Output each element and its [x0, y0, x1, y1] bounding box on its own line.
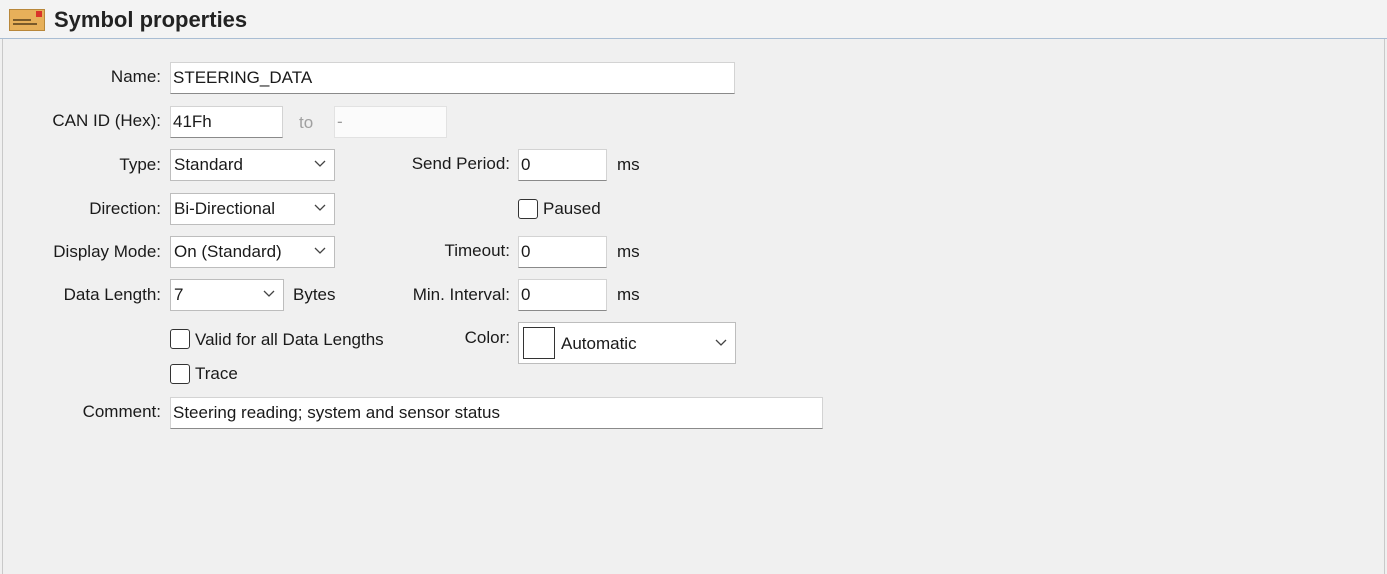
chevron-down-icon [715, 339, 727, 346]
valid-all-lengths-checkbox[interactable] [170, 329, 190, 349]
name-field[interactable]: STEERING_DATA [170, 62, 735, 94]
type-select-value: Standard [174, 155, 243, 174]
min-interval-unit: ms [617, 285, 640, 304]
send-period-field[interactable]: 0 [518, 149, 607, 181]
data-length-select-value: 7 [174, 285, 184, 304]
chevron-down-icon [263, 290, 275, 297]
panel-title: Symbol properties [54, 7, 248, 32]
data-length-unit: Bytes [293, 285, 336, 304]
chevron-down-icon [314, 160, 326, 167]
can-id-label: CAN ID (Hex): [52, 111, 161, 130]
trace-checkbox[interactable] [170, 364, 190, 384]
name-label: Name: [110, 67, 161, 86]
paused-label: Paused [543, 199, 601, 218]
send-period-unit: ms [617, 155, 640, 174]
timeout-field[interactable]: 0 [518, 236, 607, 268]
trace-label: Trace [195, 364, 238, 383]
direction-select[interactable]: Bi-Directional [170, 193, 335, 225]
color-swatch [523, 327, 555, 359]
display-mode-label: Display Mode: [53, 242, 161, 261]
data-length-select[interactable]: 7 [170, 279, 284, 311]
timeout-unit: ms [617, 242, 640, 261]
color-select-value: Automatic [561, 334, 637, 353]
type-label: Type: [119, 155, 161, 174]
timeout-label: Timeout: [444, 241, 510, 260]
send-period-label: Send Period: [411, 154, 510, 173]
color-select[interactable]: Automatic [518, 322, 736, 364]
data-length-label: Data Length: [63, 285, 161, 304]
comment-field[interactable]: Steering reading; system and sensor stat… [170, 397, 823, 429]
display-mode-select[interactable]: On (Standard) [170, 236, 335, 268]
paused-checkbox[interactable] [518, 199, 538, 219]
message-envelope-icon [9, 9, 45, 31]
can-id-field[interactable]: 41Fh [170, 106, 283, 138]
color-label: Color: [464, 328, 510, 347]
can-id-to-field: - [334, 106, 447, 138]
min-interval-field[interactable]: 0 [518, 279, 607, 311]
type-select[interactable]: Standard [170, 149, 335, 181]
panel-header: Symbol properties [0, 0, 1387, 39]
chevron-down-icon [314, 204, 326, 211]
display-mode-select-value: On (Standard) [174, 242, 282, 261]
comment-label: Comment: [82, 402, 161, 421]
valid-all-lengths-label: Valid for all Data Lengths [195, 330, 384, 349]
can-id-to-label: to [299, 113, 314, 132]
min-interval-label: Min. Interval: [412, 285, 510, 304]
direction-select-value: Bi-Directional [174, 199, 276, 218]
chevron-down-icon [314, 247, 326, 254]
direction-label: Direction: [89, 199, 161, 218]
